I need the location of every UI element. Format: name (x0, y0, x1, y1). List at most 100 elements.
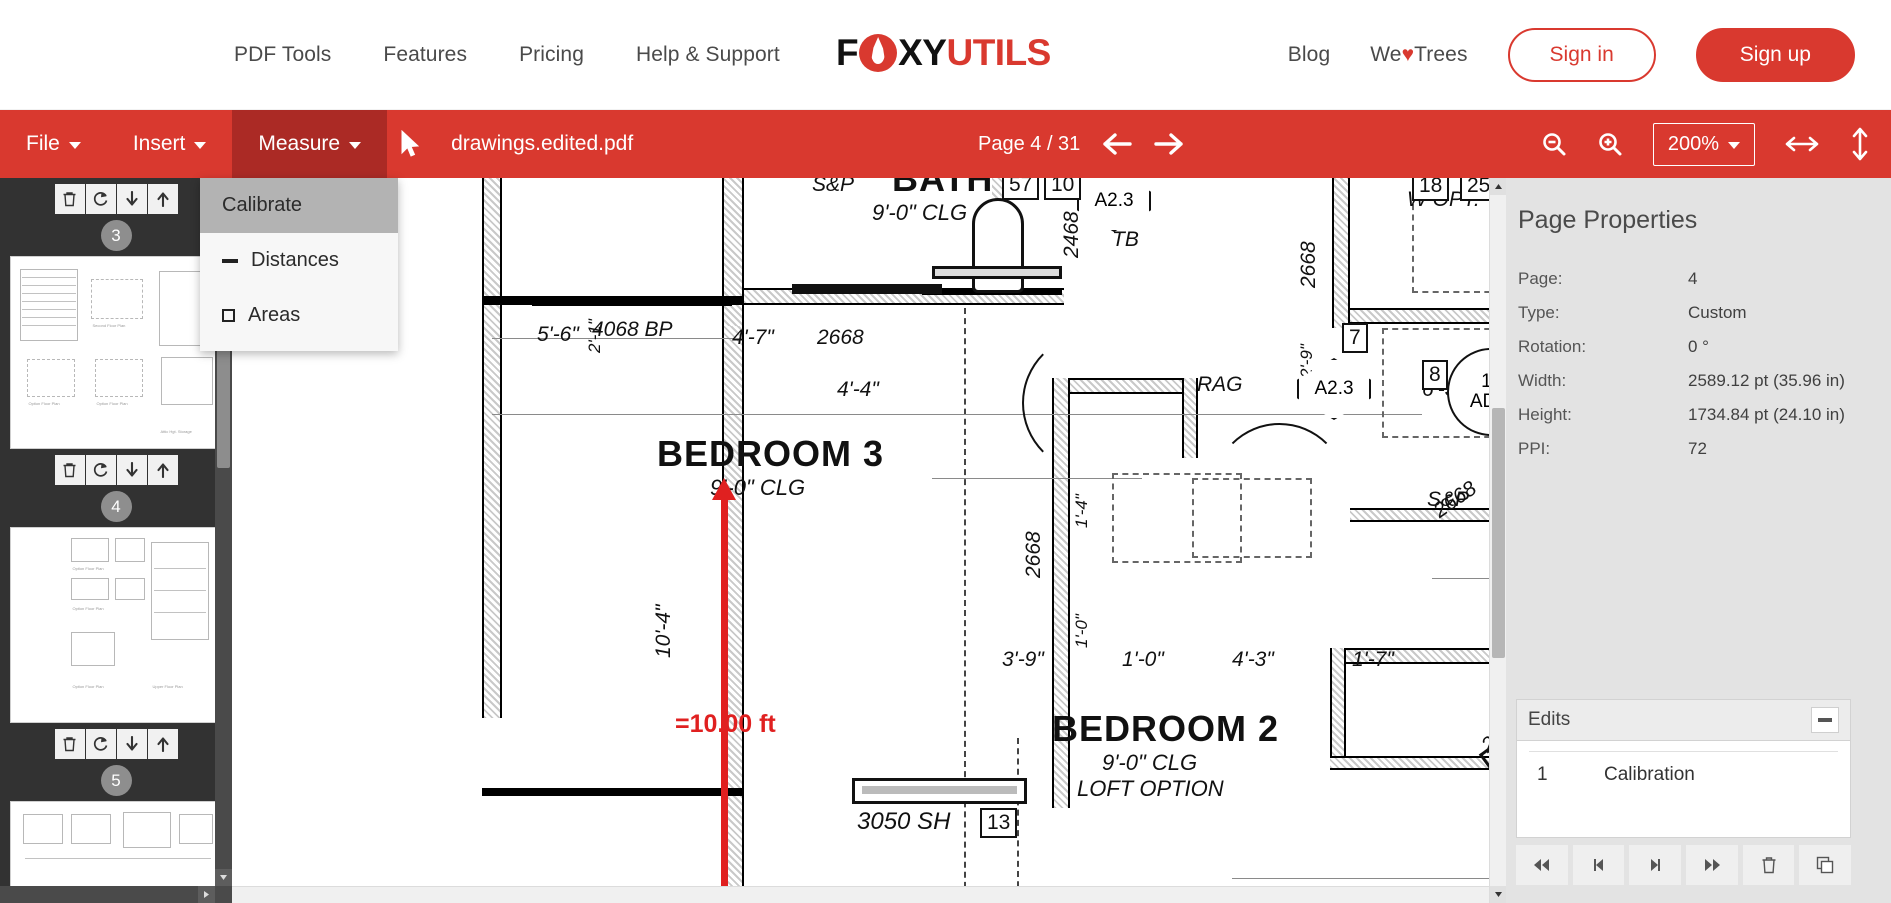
rotate-page-button[interactable] (85, 455, 116, 485)
thumbnail-horizontal-scrollbar[interactable] (0, 886, 232, 903)
delete-page-button[interactable] (54, 455, 85, 485)
dimension-label: 10'-4" (652, 604, 675, 659)
previous-edit-button[interactable] (1572, 845, 1625, 885)
nav-pdf-tools[interactable]: PDF Tools (234, 43, 331, 67)
move-page-down-button[interactable] (116, 184, 147, 214)
number-tag: 13 (980, 808, 1018, 838)
pdf-scroll-up-button[interactable] (1490, 178, 1506, 195)
delete-page-button[interactable] (54, 184, 85, 214)
rotate-icon (93, 737, 107, 751)
first-edit-button[interactable] (1516, 845, 1568, 885)
pdf-viewport[interactable]: BEDROOM 3 9'-0" CLG BEDROOM 2 9'-0" CLG … (232, 178, 1506, 903)
page-thumbnail-4[interactable]: Option Floor Plan Option Floor Plan Opti… (9, 527, 223, 723)
next-edit-button[interactable] (1629, 845, 1682, 885)
property-row-width: Width: 2589.12 pt (35.96 in) (1506, 371, 1891, 391)
page-thumbnail-3[interactable]: Second Floor Plan Option Floor Plan Opti… (9, 256, 223, 449)
delete-page-button[interactable] (54, 729, 85, 759)
zoom-in-button[interactable] (1597, 131, 1623, 157)
fit-height-button[interactable] (1849, 127, 1871, 161)
collapse-edits-button[interactable] (1811, 707, 1839, 733)
menu-file[interactable]: File (0, 110, 107, 178)
edits-list: 1 Calibration (1516, 741, 1851, 838)
first-icon (1533, 859, 1549, 871)
chevron-down-icon (349, 142, 362, 149)
page-thumbnail-sidebar[interactable]: 3 Second Floor Plan Option Floor Plan Op… (0, 178, 232, 903)
edit-label: Calibration (1604, 764, 1695, 785)
zoom-out-button[interactable] (1541, 131, 1567, 157)
editor-toolbar: File Insert Measure drawings.edited.pdf … (0, 110, 1891, 178)
scroll-down-button[interactable] (215, 869, 232, 886)
move-page-up-button[interactable] (147, 729, 178, 759)
room-label-bedroom-3: BEDROOM 3 (657, 433, 885, 474)
foxyutils-logo[interactable]: F XY UTILS (836, 32, 1051, 74)
scroll-right-button[interactable] (198, 886, 215, 903)
pdf-scroll-down-button[interactable] (1490, 886, 1506, 903)
menu-item-calibrate[interactable]: Calibrate (200, 178, 398, 233)
cursor-tool-button[interactable] (387, 110, 433, 178)
menu-measure[interactable]: Measure (232, 110, 388, 178)
measure-dropdown-menu: Calibrate Distances Areas (200, 178, 398, 351)
properties-panel: Page Properties Page: 4 Type: Custom Rot… (1506, 178, 1891, 903)
logo-text-xy: XY (898, 32, 947, 73)
callout-ad7-label: AD.7 (1469, 391, 1489, 412)
nav-we-love-trees[interactable]: We♥Trees (1370, 43, 1467, 67)
arrow-left-icon (1103, 133, 1133, 155)
nav-help-support[interactable]: Help & Support (636, 43, 780, 67)
pdf-horizontal-scrollbar[interactable] (232, 886, 1489, 903)
property-value: 72 (1688, 439, 1707, 458)
move-page-up-button[interactable] (147, 184, 178, 214)
number-tag: 8 (1422, 360, 1448, 390)
callout-tb: TB (1112, 228, 1139, 251)
dimension-label: 1'-0" (1122, 648, 1164, 671)
scrollbar-thumb[interactable] (1492, 408, 1505, 658)
callout-a23: A2.3 (1077, 178, 1151, 232)
sign-in-button[interactable]: Sign in (1507, 28, 1656, 82)
trash-icon (63, 737, 76, 752)
we-text: We (1370, 43, 1402, 66)
next-page-button[interactable] (1154, 133, 1184, 155)
dimension-label: 1'-0" (1072, 614, 1091, 648)
nav-blog[interactable]: Blog (1288, 43, 1330, 67)
edit-list-item[interactable]: 1 Calibration (1517, 764, 1850, 786)
pdf-vertical-scrollbar[interactable] (1489, 178, 1506, 903)
menu-insert-label: Insert (132, 132, 186, 155)
move-page-up-button[interactable] (147, 455, 178, 485)
dimension-label: 4'-3" (1232, 648, 1274, 671)
move-page-down-button[interactable] (116, 729, 147, 759)
move-down-icon (125, 462, 138, 477)
copy-edit-button[interactable] (1799, 845, 1852, 885)
nav-pricing[interactable]: Pricing (519, 43, 584, 67)
zoom-level-value: 200% (1667, 132, 1719, 155)
chevron-down-icon (194, 142, 207, 149)
move-up-icon (156, 737, 169, 752)
calibration-measurement-line[interactable] (721, 498, 728, 886)
menu-item-areas[interactable]: Areas (200, 288, 398, 343)
last-edit-button[interactable] (1686, 845, 1738, 885)
fit-width-icon (1785, 136, 1819, 152)
property-row-page: Page: 4 (1506, 269, 1891, 289)
fit-width-button[interactable] (1785, 133, 1819, 155)
door-tag: 4068 BP (592, 318, 673, 341)
menu-item-distances[interactable]: Distances (200, 233, 398, 288)
zoom-level-select[interactable]: 200% (1652, 122, 1755, 166)
zoom-in-icon (1599, 133, 1622, 156)
callout-sp: S&P (812, 178, 855, 196)
sign-up-button[interactable]: Sign up (1695, 28, 1855, 82)
rotate-page-button[interactable] (85, 729, 116, 759)
number-tag: 57 (1002, 178, 1040, 200)
edit-index: 1 (1537, 764, 1548, 785)
chevron-up-icon (1495, 184, 1502, 189)
property-value: 2589.12 pt (35.96 in) (1688, 371, 1845, 390)
previous-page-button[interactable] (1102, 133, 1133, 155)
move-page-down-button[interactable] (116, 455, 147, 485)
menu-insert[interactable]: Insert (107, 110, 233, 178)
pdf-page-canvas[interactable]: BEDROOM 3 9'-0" CLG BEDROOM 2 9'-0" CLG … (232, 178, 1489, 886)
nav-features[interactable]: Features (383, 43, 467, 67)
thumbnail-toolbar-selected (0, 455, 232, 485)
next-icon (1651, 859, 1661, 871)
square-icon (222, 309, 235, 322)
rotate-page-button[interactable] (85, 184, 116, 214)
chevron-down-icon (68, 142, 81, 149)
delete-edit-button[interactable] (1742, 845, 1795, 885)
trees-text: Trees (1414, 43, 1468, 66)
